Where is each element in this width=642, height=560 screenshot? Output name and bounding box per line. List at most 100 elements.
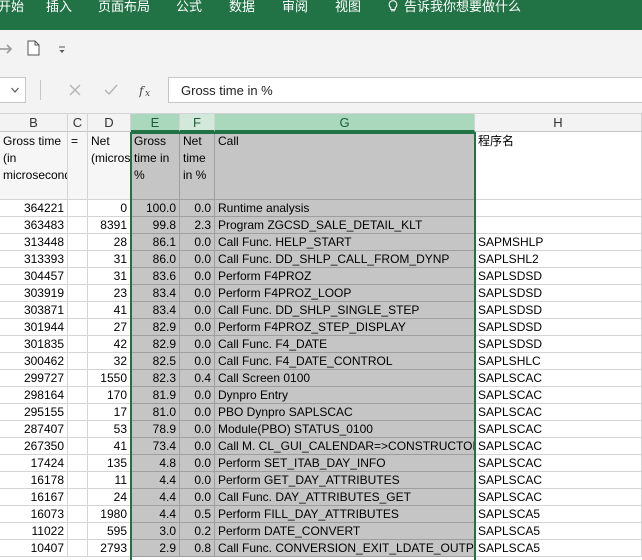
cell-e[interactable]: 73.4 — [131, 438, 180, 455]
cell-e[interactable]: 4.4 — [131, 472, 180, 489]
cell-d[interactable]: 23 — [88, 285, 131, 302]
cell-e[interactable]: 81.9 — [131, 387, 180, 404]
cell-g[interactable]: Program ZGCSD_SALE_DETAIL_KLT — [215, 217, 475, 234]
cell-g[interactable]: Perform F4PROZ — [215, 268, 475, 285]
cell-d[interactable]: 1980 — [88, 506, 131, 523]
cell-g[interactable]: Perform F4PROZ_STEP_DISPLAY — [215, 319, 475, 336]
cell-c[interactable] — [68, 438, 88, 455]
cell-h[interactable]: SAPLSDSD — [475, 285, 642, 302]
cell-c[interactable] — [68, 353, 88, 370]
cell-e[interactable]: 4.8 — [131, 455, 180, 472]
cell-e[interactable]: 99.8 — [131, 217, 180, 234]
cell-d[interactable]: 8391 — [88, 217, 131, 234]
cell-c[interactable] — [68, 336, 88, 353]
cell-c[interactable] — [68, 523, 88, 540]
cell-h[interactable]: SAPLSCAC — [475, 404, 642, 421]
cell-g[interactable]: Module(PBO) STATUS_0100 — [215, 421, 475, 438]
cell-c[interactable] — [68, 200, 88, 217]
column-header-e[interactable]: E — [131, 114, 180, 132]
header-cell-h[interactable]: 程序名 — [475, 132, 642, 200]
cell-b[interactable]: 16178 — [0, 472, 68, 489]
cell-h[interactable]: SAPLSCAC — [475, 455, 642, 472]
cell-c[interactable] — [68, 234, 88, 251]
cell-e[interactable]: 4.4 — [131, 489, 180, 506]
cell-h[interactable]: SAPLSCA5 — [475, 540, 642, 557]
tab-home[interactable]: 开始 — [0, 0, 24, 18]
tab-review[interactable]: 审阅 — [282, 0, 308, 18]
new-file-icon[interactable] — [27, 40, 40, 56]
cell-g[interactable]: Perform FILL_DAY_ATTRIBUTES — [215, 506, 475, 523]
cell-b[interactable]: 364221 — [0, 200, 68, 217]
cell-f[interactable]: 0.0 — [180, 404, 215, 421]
cell-f[interactable]: 0.0 — [180, 336, 215, 353]
column-header-c[interactable]: C — [68, 114, 88, 132]
cell-d[interactable]: 24 — [88, 489, 131, 506]
cell-g[interactable]: Call Func. HELP_START — [215, 234, 475, 251]
cell-b[interactable]: 295155 — [0, 404, 68, 421]
cell-d[interactable]: 170 — [88, 387, 131, 404]
header-cell-c[interactable]: = — [68, 132, 88, 200]
header-cell-e[interactable]: Gross time in % — [131, 132, 180, 200]
cell-d[interactable]: 135 — [88, 455, 131, 472]
cell-h[interactable]: SAPLSCAC — [475, 472, 642, 489]
cell-h[interactable]: SAPLSHLC — [475, 353, 642, 370]
cell-c[interactable] — [68, 489, 88, 506]
cell-d[interactable]: 42 — [88, 336, 131, 353]
cell-e[interactable]: 83.4 — [131, 302, 180, 319]
column-header-g[interactable]: G — [215, 114, 475, 132]
cell-e[interactable]: 86.1 — [131, 234, 180, 251]
cell-d[interactable]: 2793 — [88, 540, 131, 557]
cell-b[interactable]: 363483 — [0, 217, 68, 234]
cell-b[interactable]: 299727 — [0, 370, 68, 387]
cell-b[interactable]: 313393 — [0, 251, 68, 268]
cell-d[interactable]: 0 — [88, 200, 131, 217]
cell-g[interactable]: Perform GET_DAY_ATTRIBUTES — [215, 472, 475, 489]
cell-g[interactable]: Perform SET_ITAB_DAY_INFO — [215, 455, 475, 472]
cell-b[interactable]: 10407 — [0, 540, 68, 557]
cell-b[interactable]: 287407 — [0, 421, 68, 438]
cell-h[interactable] — [475, 217, 642, 234]
customize-toolbar-icon[interactable] — [58, 44, 66, 54]
cell-b[interactable]: 16167 — [0, 489, 68, 506]
tab-formulas[interactable]: 公式 — [176, 0, 202, 18]
formula-input[interactable]: Gross time in % — [168, 77, 642, 103]
cell-f[interactable]: 0.0 — [180, 302, 215, 319]
cell-c[interactable] — [68, 455, 88, 472]
cell-e[interactable]: 83.6 — [131, 268, 180, 285]
cell-d[interactable]: 31 — [88, 268, 131, 285]
cell-b[interactable]: 11022 — [0, 523, 68, 540]
cell-c[interactable] — [68, 404, 88, 421]
cell-g[interactable]: Perform DATE_CONVERT — [215, 523, 475, 540]
cell-b[interactable]: 16073 — [0, 506, 68, 523]
cell-g[interactable]: Dynpro Entry — [215, 387, 475, 404]
header-cell-g[interactable]: Call — [215, 132, 475, 200]
column-header-b[interactable]: B — [0, 114, 68, 132]
cell-f[interactable]: 0.4 — [180, 370, 215, 387]
cell-f[interactable]: 0.0 — [180, 455, 215, 472]
cell-f[interactable]: 0.0 — [180, 200, 215, 217]
cell-e[interactable]: 86.0 — [131, 251, 180, 268]
tell-me-box[interactable]: 告诉我你想要做什么 — [388, 0, 521, 18]
cell-f[interactable]: 0.0 — [180, 438, 215, 455]
name-box[interactable] — [0, 77, 26, 103]
cell-d[interactable]: 27 — [88, 319, 131, 336]
cell-h[interactable] — [475, 200, 642, 217]
tab-view[interactable]: 视图 — [335, 0, 361, 18]
cell-f[interactable]: 0.0 — [180, 489, 215, 506]
redo-icon[interactable] — [0, 42, 16, 56]
cell-e[interactable]: 82.9 — [131, 319, 180, 336]
cell-d[interactable]: 31 — [88, 251, 131, 268]
cell-g[interactable]: Runtime analysis — [215, 200, 475, 217]
cell-c[interactable] — [68, 540, 88, 557]
cell-e[interactable]: 2.9 — [131, 540, 180, 557]
cell-g[interactable]: Perform F4PROZ_LOOP — [215, 285, 475, 302]
cell-f[interactable]: 0.0 — [180, 387, 215, 404]
enter-button[interactable] — [96, 77, 126, 103]
column-header-h[interactable]: H — [475, 114, 642, 132]
cell-g[interactable]: Call Func. DAY_ATTRIBUTES_GET — [215, 489, 475, 506]
cell-f[interactable]: 0.0 — [180, 251, 215, 268]
cell-f[interactable]: 0.0 — [180, 319, 215, 336]
cell-e[interactable]: 81.0 — [131, 404, 180, 421]
cell-e[interactable]: 3.0 — [131, 523, 180, 540]
cell-h[interactable]: SAPLSCAC — [475, 370, 642, 387]
